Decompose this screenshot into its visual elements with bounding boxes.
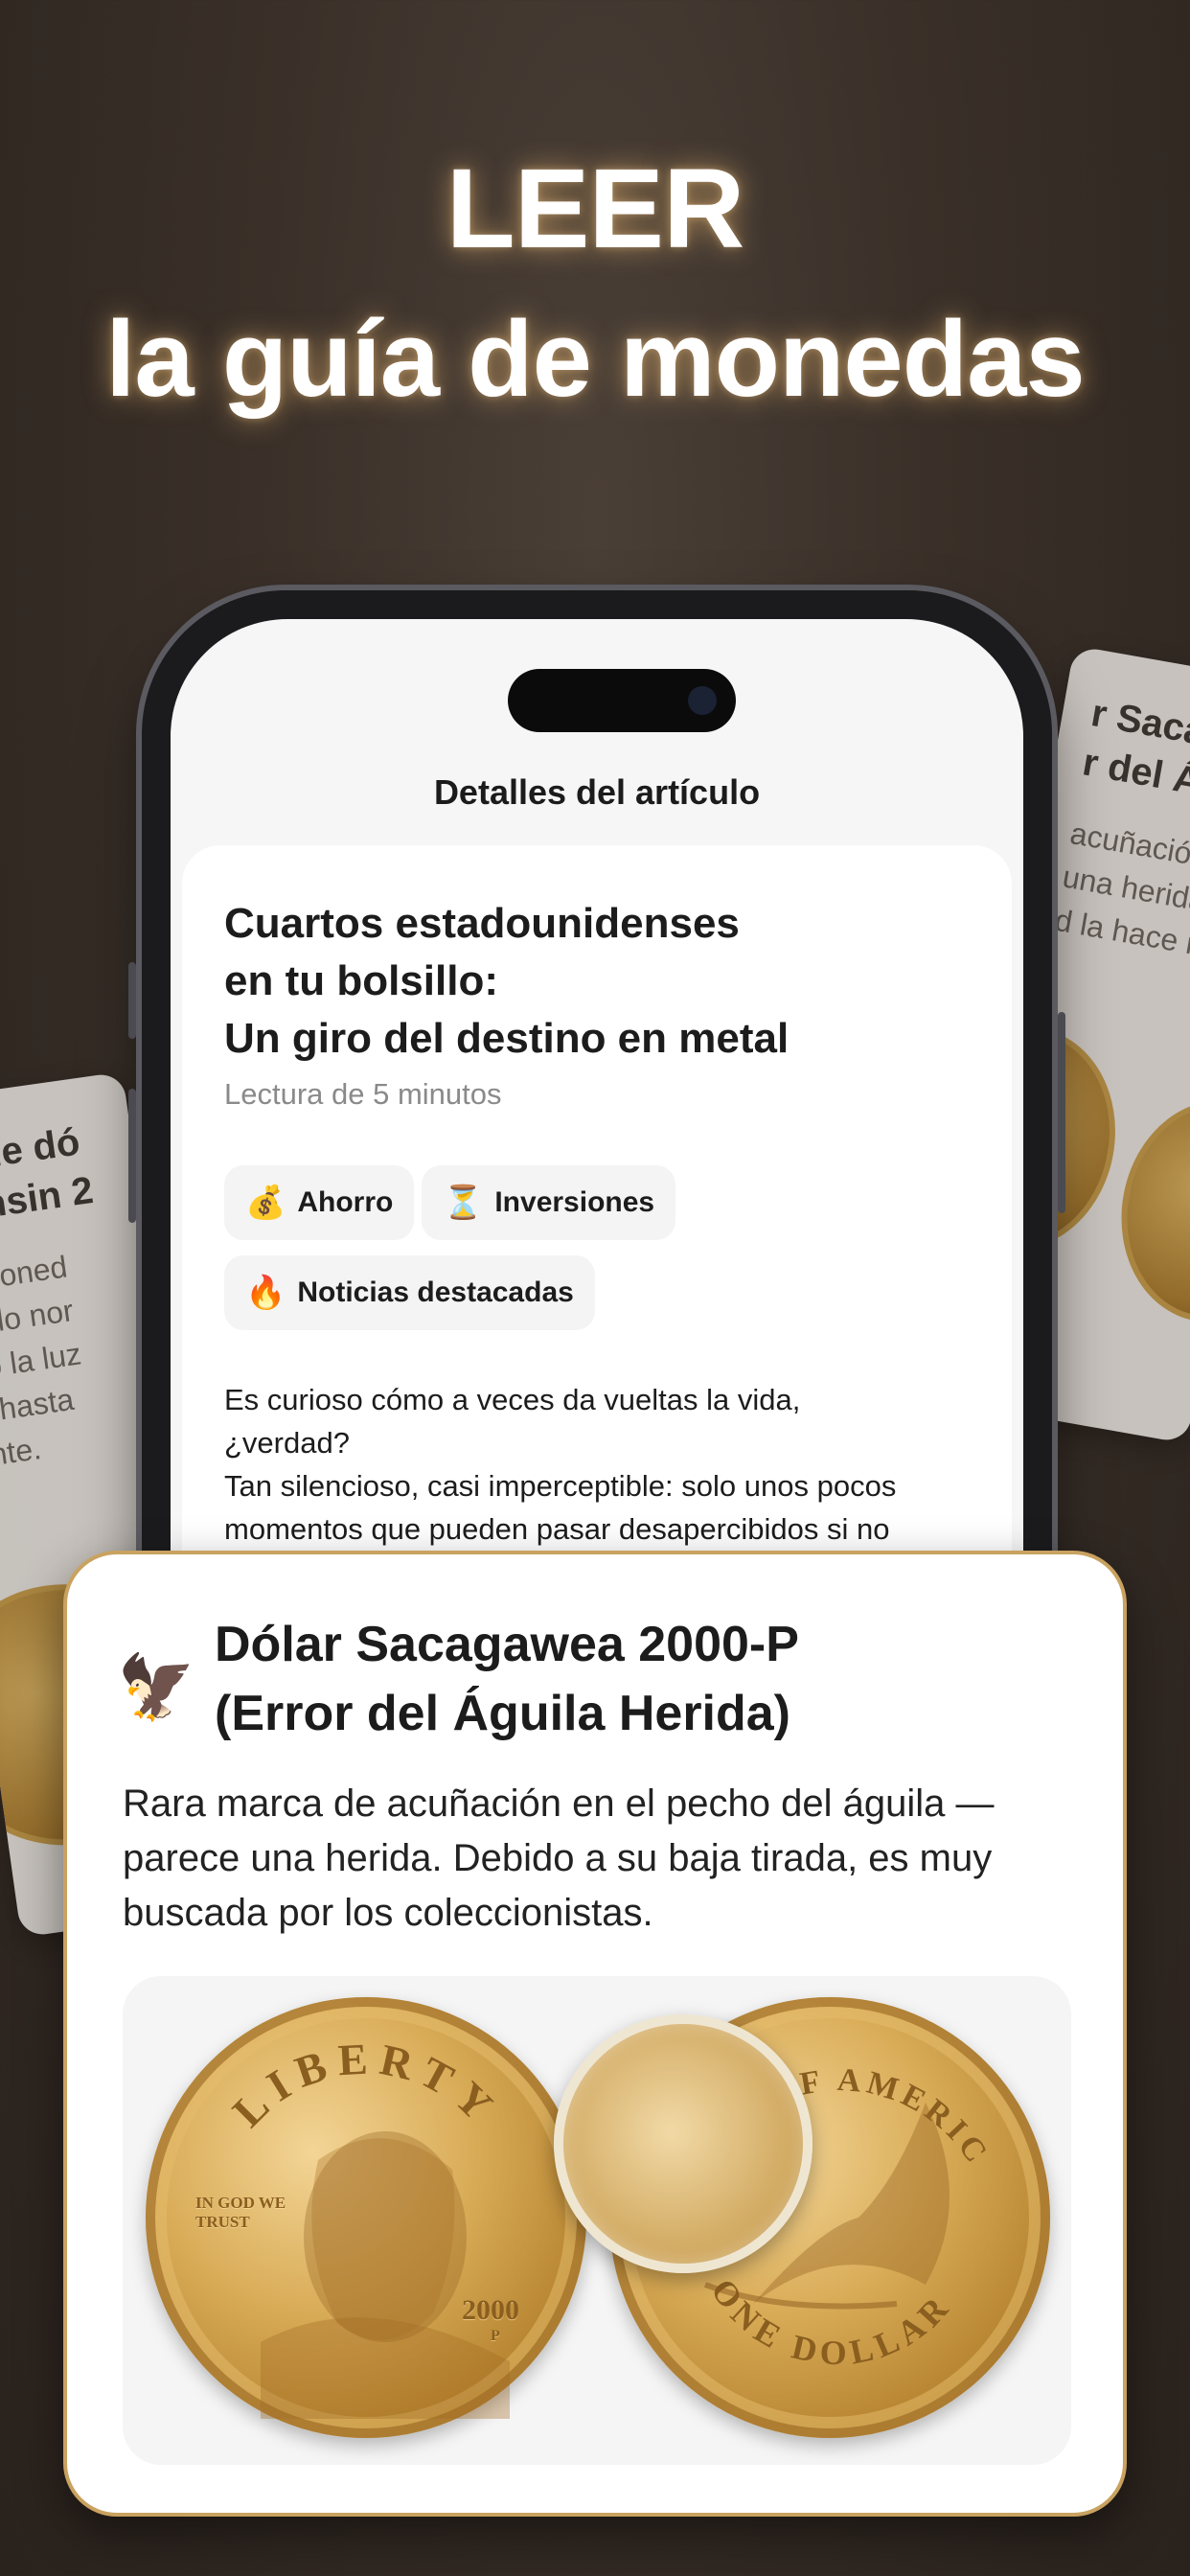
tag-chip-inversiones[interactable]: ⏳ Inversiones <box>422 1165 676 1240</box>
obverse-liberty: LIBERTY <box>223 2034 499 2136</box>
page-title: Detalles del artículo <box>433 772 761 812</box>
background-card-left-title: to de dó consin 2 <box>0 1120 96 1233</box>
article-body-line: momentos que pueden pasar desapercibidos… <box>224 1512 890 1546</box>
hourglass-icon: ⏳ <box>443 1184 484 1221</box>
coin-title-line-1: Dólar Sacagawea 2000-P <box>215 1617 799 1672</box>
phone-side-button-2 <box>128 1089 136 1223</box>
magnifier-lens <box>554 2014 812 2273</box>
tag-chip-noticias[interactable]: 🔥 Noticias destacadas <box>224 1255 595 1330</box>
article-title: Cuartos estadounidenses en tu bolsillo: … <box>224 895 952 1068</box>
camera-icon <box>688 686 717 715</box>
coin-image-panel: LIBERTY IN GOD WE TRUST 2000 P STATES OF… <box>123 1976 1071 2465</box>
article-body-line: Tan silencioso, casi imperceptible: solo… <box>224 1469 897 1503</box>
tag-label: Inversiones <box>494 1186 655 1218</box>
article-body-line: Es curioso cómo a veces da vueltas la vi… <box>224 1383 801 1416</box>
headline-line1: LEER <box>446 146 745 272</box>
tag-label: Noticias destacadas <box>297 1276 574 1308</box>
obverse-mint: P <box>491 2328 500 2344</box>
tag-chip-ahorro[interactable]: 💰 Ahorro <box>224 1165 415 1240</box>
dynamic-island <box>508 669 736 732</box>
background-coin-right-2 <box>1104 1085 1190 1337</box>
fire-icon: 🔥 <box>245 1275 286 1311</box>
coin-title: Dólar Sacagawea 2000-P (Error del Águila… <box>215 1610 1077 1748</box>
eagle-icon: 🦅 <box>117 1651 196 1722</box>
background-card-right-title: r Sacaga r del Águ <box>1079 692 1190 812</box>
obverse-trust: IN GOD WE TRUST <box>195 2194 286 2231</box>
article-title-line-3: Un giro del destino en metal <box>224 1015 790 1062</box>
coin-description: Rara marca de acuñación en el pecho del … <box>123 1782 995 1934</box>
headline-line2: la guía de monedas <box>105 299 1085 419</box>
background-card-right-body: acuñación: u una herida. d la hace m <box>1052 816 1190 964</box>
read-time: Lectura de 5 minutos <box>224 1077 502 1111</box>
article-title-line-1: Cuartos estadounidenses <box>224 900 740 947</box>
reverse-bottom: ONE DOLLAR <box>703 2272 953 2372</box>
svg-text:ONE DOLLAR: ONE DOLLAR <box>703 2272 959 2372</box>
tag-label: Ahorro <box>297 1186 394 1218</box>
phone-side-button-3 <box>1058 1012 1065 1213</box>
coin-title-line-2: (Error del Águila Herida) <box>215 1686 790 1741</box>
svg-text:LIBERTY: LIBERTY <box>223 2034 509 2136</box>
coin-detail-card[interactable]: 🦅 Dólar Sacagawea 2000-P (Error del Águi… <box>63 1551 1127 2517</box>
article-title-line-2: en tu bolsillo: <box>224 957 498 1004</box>
background-card-left-body: a moned de lo nor ajo la luz lo hasta en… <box>0 1249 83 1475</box>
coin-obverse: LIBERTY IN GOD WE TRUST 2000 P <box>146 1997 586 2438</box>
money-bag-icon: 💰 <box>245 1184 286 1221</box>
article-body: Es curioso cómo a veces da vueltas la vi… <box>224 1378 981 1551</box>
article-body-line: ¿verdad? <box>224 1426 350 1460</box>
phone-side-button-1 <box>128 962 136 1039</box>
obverse-year: 2000 <box>462 2294 519 2326</box>
